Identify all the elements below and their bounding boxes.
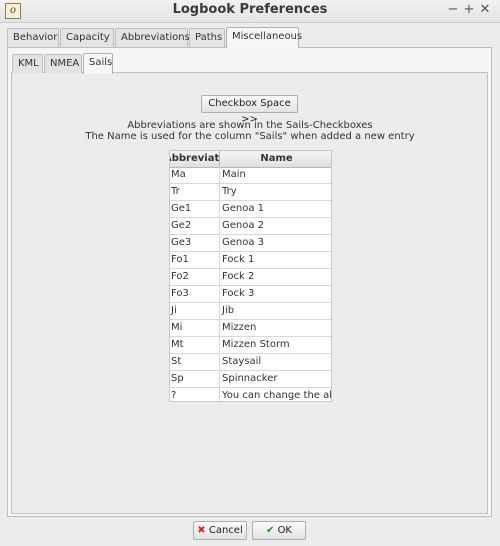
name-cell[interactable]: Genoa 2 xyxy=(220,218,331,234)
cancel-label: Cancel xyxy=(208,525,243,536)
maximize-button[interactable]: + xyxy=(462,2,476,17)
name-cell[interactable]: Mizzen xyxy=(220,320,331,336)
table-row[interactable]: Ge2 Genoa 2 xyxy=(170,218,331,235)
table-row[interactable]: Fo3 Fock 3 xyxy=(170,286,331,303)
abbreviation-cell[interactable]: Ge2 xyxy=(170,218,220,234)
abbreviation-cell[interactable]: Sp xyxy=(170,371,220,387)
name-cell[interactable]: Fock 3 xyxy=(220,286,331,302)
abbreviation-cell[interactable]: Mi xyxy=(170,320,220,336)
table-row[interactable]: St Staysail xyxy=(170,354,331,371)
tab-abbreviations[interactable]: Abbreviations xyxy=(115,28,190,47)
abbreviation-cell[interactable]: Fo1 xyxy=(170,252,220,268)
table-row[interactable]: Ge1 Genoa 1 xyxy=(170,201,331,218)
tab-sails[interactable]: Sails xyxy=(83,53,113,74)
name-cell[interactable]: Genoa 3 xyxy=(220,235,331,251)
table-row[interactable]: Tr Try xyxy=(170,184,331,201)
table-row[interactable]: Ge3 Genoa 3 xyxy=(170,235,331,252)
ok-button[interactable]: ✔ OK xyxy=(252,521,306,540)
abbreviation-cell[interactable]: Ge3 xyxy=(170,235,220,251)
name-cell[interactable]: Spinnacker xyxy=(220,371,331,387)
table-row[interactable]: Ma Main xyxy=(170,167,331,184)
abbreviation-cell[interactable]: St xyxy=(170,354,220,370)
name-cell[interactable]: Genoa 1 xyxy=(220,201,331,217)
cancel-icon: ✖ xyxy=(197,525,206,536)
tab-kml[interactable]: KML xyxy=(12,54,43,73)
ok-label: OK xyxy=(277,525,292,536)
abbreviation-cell[interactable]: Fo3 xyxy=(170,286,220,302)
table-row[interactable]: Fo1 Fock 1 xyxy=(170,252,331,269)
tab-nmea[interactable]: NMEA xyxy=(44,54,82,73)
tab-miscellaneous[interactable]: Miscellaneous xyxy=(226,27,302,48)
name-cell[interactable]: Fock 2 xyxy=(220,269,331,285)
table-row[interactable]: Mi Mizzen xyxy=(170,320,331,337)
abbreviation-cell[interactable]: Fo2 xyxy=(170,269,220,285)
name-cell[interactable]: Mizzen Storm xyxy=(220,337,331,353)
abbreviation-cell[interactable]: ? xyxy=(170,388,220,401)
abbreviation-cell[interactable]: Ge1 xyxy=(170,201,220,217)
name-cell[interactable]: Try xyxy=(220,184,331,200)
title-bar: o Logbook Preferences − + ✕ xyxy=(0,0,500,23)
info-line-2: The Name is used for the column "Sails" … xyxy=(85,131,415,142)
abbreviation-cell[interactable]: Ma xyxy=(170,167,220,183)
table-row[interactable]: ?You can change the abre xyxy=(170,388,331,401)
table-row[interactable]: Sp Spinnacker xyxy=(170,371,331,388)
name-cell[interactable]: Jib xyxy=(220,303,331,319)
name-cell[interactable]: Staysail xyxy=(220,354,331,370)
close-button[interactable]: ✕ xyxy=(478,2,492,17)
name-cell[interactable]: You can change the abre xyxy=(220,388,331,401)
column-header-abbreviation[interactable]: Abbreviation xyxy=(170,151,220,167)
name-cell[interactable]: Fock 1 xyxy=(220,252,331,268)
name-cell[interactable]: Main xyxy=(220,167,331,183)
tab-behavior[interactable]: Behavior xyxy=(7,28,59,47)
abbreviation-cell[interactable]: Tr xyxy=(170,184,220,200)
window-title: Logbook Preferences xyxy=(172,2,328,17)
tab-paths[interactable]: Paths xyxy=(189,28,225,47)
abbreviation-cell[interactable]: Ji xyxy=(170,303,220,319)
table-row[interactable]: Ji Jib xyxy=(170,303,331,320)
ok-icon: ✔ xyxy=(265,525,275,536)
sails-table[interactable]: Abbreviation Name MaMainTrTryGe1Genoa 1G… xyxy=(169,150,332,402)
table-row[interactable]: Fo2 Fock 2 xyxy=(170,269,331,286)
abbreviation-cell[interactable]: Mt xyxy=(170,337,220,353)
minimize-button[interactable]: − xyxy=(446,2,460,17)
table-header: Abbreviation Name xyxy=(170,151,331,168)
tab-capacity[interactable]: Capacity xyxy=(60,28,114,47)
cancel-button[interactable]: ✖ Cancel xyxy=(193,521,247,540)
column-header-name[interactable]: Name xyxy=(220,151,331,167)
checkbox-space-button[interactable]: Checkbox Space >> xyxy=(201,95,298,125)
table-row[interactable]: Mt Mizzen Storm xyxy=(170,337,331,354)
info-line-1: Abbreviations are shown in the Sails-Che… xyxy=(127,120,373,131)
